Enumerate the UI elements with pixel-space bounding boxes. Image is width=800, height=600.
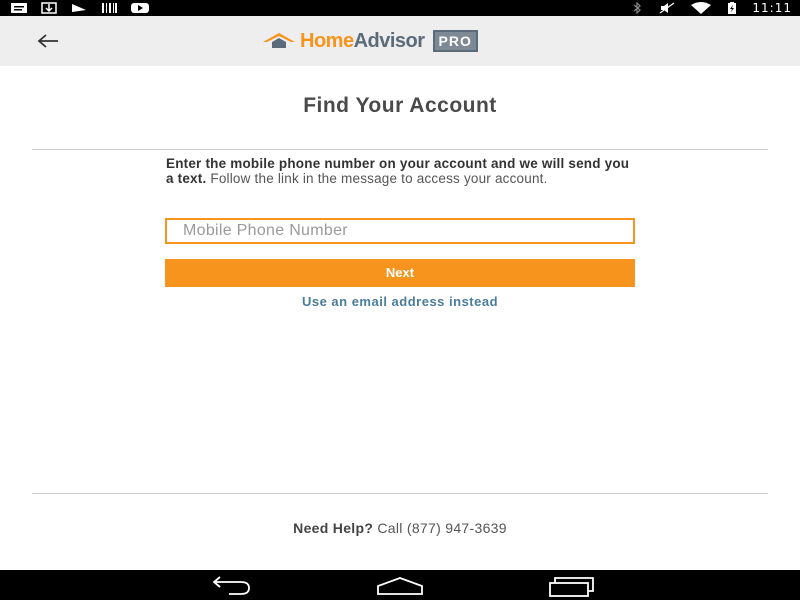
download-icon [41, 2, 57, 14]
page-title: Find Your Account [303, 94, 497, 117]
mail-icon [72, 4, 86, 12]
nav-home-button[interactable] [376, 575, 424, 597]
house-logo-icon [263, 33, 295, 48]
youtube-icon [131, 3, 149, 13]
homeadvisor-pro-logo: Home Advisor PRO [262, 29, 478, 53]
nav-recents-icon [549, 577, 594, 597]
nav-recents-button[interactable] [548, 575, 596, 597]
bluetooth-icon [634, 2, 642, 14]
nav-back-button[interactable] [205, 575, 253, 597]
logo-pro-badge: PRO [432, 30, 478, 52]
nav-back-icon [212, 576, 250, 595]
back-button[interactable] [30, 28, 66, 54]
navigation-bar [0, 570, 800, 600]
mobile-phone-input[interactable] [165, 218, 635, 244]
logo-advisor-text: Advisor [353, 29, 425, 52]
wifi-icon [691, 2, 712, 14]
notification-icons [10, 2, 150, 14]
logo-home-text: Home [300, 29, 354, 52]
arrow-left-icon [37, 34, 58, 48]
system-icons: 11:11 [630, 1, 792, 15]
nav-home-icon [377, 577, 423, 595]
help-text: Need Help? Call (877) 947-3639 [0, 520, 800, 536]
message-icon [11, 3, 27, 13]
use-email-link[interactable]: Use an email address instead [0, 294, 800, 309]
help-bold: Need Help? [293, 520, 374, 536]
help-phone[interactable]: Call (877) 947-3639 [373, 520, 507, 536]
next-button[interactable]: Next [165, 259, 635, 287]
instructions-text: Enter the mobile phone number on your ac… [166, 156, 638, 186]
app-bar: Home Advisor PRO [0, 16, 800, 66]
barcode-icon [102, 3, 117, 13]
instructions-rest: Follow the link in the message to access… [206, 171, 548, 186]
status-bar: 11:11 [0, 0, 800, 16]
battery-icon [728, 2, 737, 14]
divider [32, 149, 768, 150]
divider [32, 493, 768, 494]
mute-icon [660, 2, 675, 14]
clock: 11:11 [752, 1, 792, 15]
